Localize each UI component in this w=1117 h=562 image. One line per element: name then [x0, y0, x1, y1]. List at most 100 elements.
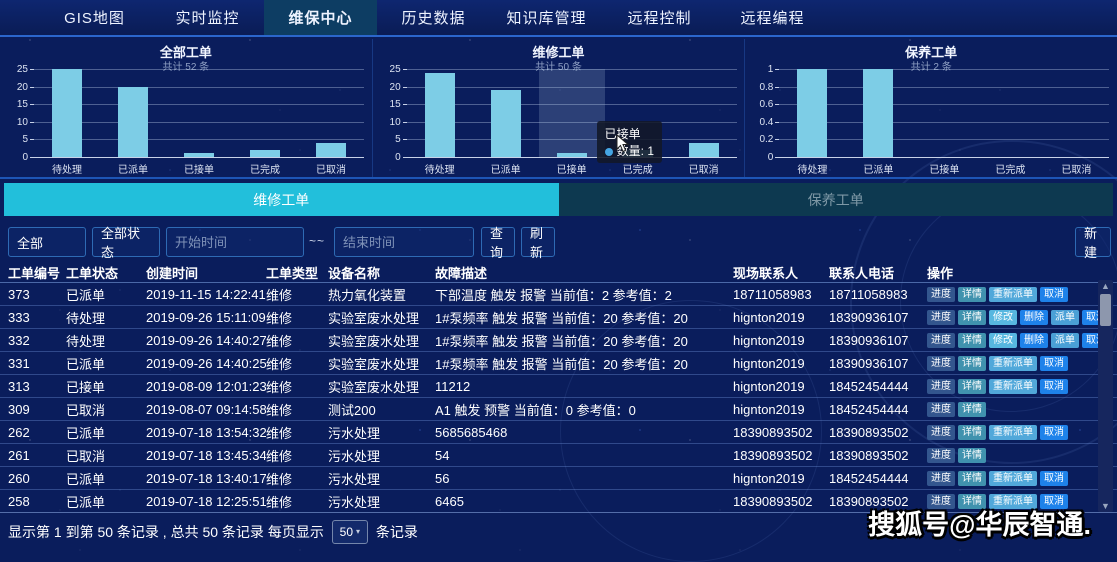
detail-button[interactable]: 详情	[958, 402, 986, 417]
scroll-up-icon[interactable]: ▲	[1098, 280, 1113, 292]
chart-bar[interactable]	[491, 90, 521, 157]
search-button[interactable]: 查询	[481, 227, 515, 257]
chart-bar[interactable]	[797, 69, 827, 157]
cell-order-status: 已接单	[66, 377, 146, 396]
cell-actions: 进度详情重新派单取消	[927, 425, 1117, 440]
y-tick-label: 1	[747, 64, 773, 75]
refresh-button[interactable]: 刷新	[521, 227, 555, 257]
nav-tab[interactable]: 远程控制	[603, 0, 716, 35]
gridline	[34, 87, 364, 88]
tab-maintenance-orders[interactable]: 保养工单	[559, 183, 1114, 216]
x-tick-label: 已派单	[845, 161, 911, 176]
progress-button[interactable]: 进度	[927, 356, 955, 371]
delete-button[interactable]: 删除	[1020, 310, 1048, 325]
scroll-down-icon[interactable]: ▼	[1098, 500, 1113, 512]
nav-tab[interactable]: GIS地图	[38, 0, 151, 35]
table-row: 258已派单2019-07-18 12:25:51维修污水处理646518390…	[0, 490, 1117, 513]
chart-bar[interactable]	[316, 143, 346, 157]
y-tick-mark	[30, 69, 34, 70]
y-tick-label: 0.8	[747, 82, 773, 93]
cell-actions: 进度详情重新派单取消	[927, 356, 1117, 371]
cancel-button[interactable]: 取消	[1040, 471, 1068, 486]
y-tick-mark	[30, 157, 34, 158]
progress-button[interactable]: 进度	[927, 333, 955, 348]
delete-button[interactable]: 删除	[1020, 333, 1048, 348]
nav-tab[interactable]: 远程编程	[716, 0, 829, 35]
redispatch-button[interactable]: 重新派单	[989, 356, 1037, 371]
chart-bar[interactable]	[425, 73, 455, 157]
chart-bar[interactable]	[557, 153, 587, 157]
progress-button[interactable]: 进度	[927, 402, 955, 417]
cell-order-type: 维修	[266, 446, 328, 465]
end-date-input[interactable]	[334, 227, 474, 257]
start-date-input[interactable]	[166, 227, 304, 257]
nav-tab[interactable]: 实时监控	[151, 0, 264, 35]
nav-tab[interactable]: 历史数据	[377, 0, 490, 35]
detail-button[interactable]: 详情	[958, 356, 986, 371]
dispatch-button[interactable]: 派单	[1051, 310, 1079, 325]
cancel-button[interactable]: 取消	[1040, 494, 1068, 509]
detail-button[interactable]: 详情	[958, 448, 986, 463]
redispatch-button[interactable]: 重新派单	[989, 287, 1037, 302]
detail-button[interactable]: 详情	[958, 379, 986, 394]
y-tick-mark	[403, 104, 407, 105]
gridline	[34, 139, 364, 140]
cell-device-name: 污水处理	[328, 446, 435, 465]
cancel-button[interactable]: 取消	[1040, 425, 1068, 440]
redispatch-button[interactable]: 重新派单	[989, 471, 1037, 486]
edit-button[interactable]: 修改	[989, 333, 1017, 348]
page-size-select[interactable]: 50 ▾	[332, 520, 368, 544]
x-tick-label: 待处理	[34, 161, 100, 176]
detail-button[interactable]: 详情	[958, 287, 986, 302]
cell-site-contact: 18390893502	[733, 425, 829, 440]
y-tick-mark	[30, 87, 34, 88]
redispatch-button[interactable]: 重新派单	[989, 494, 1037, 509]
x-tick-label: 已取消	[298, 161, 364, 176]
nav-tab[interactable]: 维保中心	[264, 0, 377, 35]
detail-button[interactable]: 详情	[958, 333, 986, 348]
cell-order-type: 维修	[266, 377, 328, 396]
chart-bar[interactable]	[52, 69, 82, 157]
chart-bar[interactable]	[863, 69, 893, 157]
tab-repair-orders[interactable]: 维修工单	[4, 183, 559, 216]
cell-order-status: 已派单	[66, 469, 146, 488]
progress-button[interactable]: 进度	[927, 287, 955, 302]
progress-button[interactable]: 进度	[927, 494, 955, 509]
cancel-button[interactable]: 取消	[1040, 356, 1068, 371]
chart-bar[interactable]	[689, 143, 719, 157]
scrollbar-thumb[interactable]	[1100, 294, 1111, 326]
nav-tab[interactable]: 知识库管理	[490, 0, 603, 35]
detail-button[interactable]: 详情	[958, 471, 986, 486]
create-button[interactable]: 新建	[1075, 227, 1111, 257]
table-scrollbar[interactable]: ▲ ▼	[1098, 280, 1113, 512]
dispatch-button[interactable]: 派单	[1051, 333, 1079, 348]
chart-bar[interactable]	[250, 150, 280, 157]
cancel-button[interactable]: 取消	[1040, 287, 1068, 302]
status-select[interactable]: 全部状态	[92, 227, 160, 257]
progress-button[interactable]: 进度	[927, 310, 955, 325]
progress-button[interactable]: 进度	[927, 471, 955, 486]
edit-button[interactable]: 修改	[989, 310, 1017, 325]
progress-button[interactable]: 进度	[927, 448, 955, 463]
detail-button[interactable]: 详情	[958, 494, 986, 509]
chart-bar[interactable]	[184, 153, 214, 157]
table-row: 331已派单2019-09-26 14:40:25维修实验室废水处理1#泵频率 …	[0, 352, 1117, 375]
progress-button[interactable]: 进度	[927, 425, 955, 440]
redispatch-button[interactable]: 重新派单	[989, 379, 1037, 394]
type-select[interactable]: 全部	[8, 227, 86, 257]
detail-button[interactable]: 详情	[958, 310, 986, 325]
detail-button[interactable]: 详情	[958, 425, 986, 440]
gridline	[779, 157, 1109, 158]
cancel-button[interactable]: 取消	[1040, 379, 1068, 394]
redispatch-button[interactable]: 重新派单	[989, 425, 1037, 440]
charts-row: 全部工单共计 52 条0510152025待处理已派单已接单已完成已取消维修工单…	[0, 39, 1117, 179]
gridline	[34, 122, 364, 123]
cell-fault-desc: 1#泵频率 触发 报警 当前值：20 参考值：20	[435, 354, 733, 373]
x-tick-label: 已派单	[100, 161, 166, 176]
chart-bar[interactable]	[118, 87, 148, 157]
cell-created-time: 2019-08-07 09:14:58	[146, 402, 266, 417]
cell-site-contact: hignton2019	[733, 379, 829, 394]
cell-created-time: 2019-11-15 14:22:41	[146, 287, 266, 302]
y-tick-mark	[775, 69, 779, 70]
progress-button[interactable]: 进度	[927, 379, 955, 394]
